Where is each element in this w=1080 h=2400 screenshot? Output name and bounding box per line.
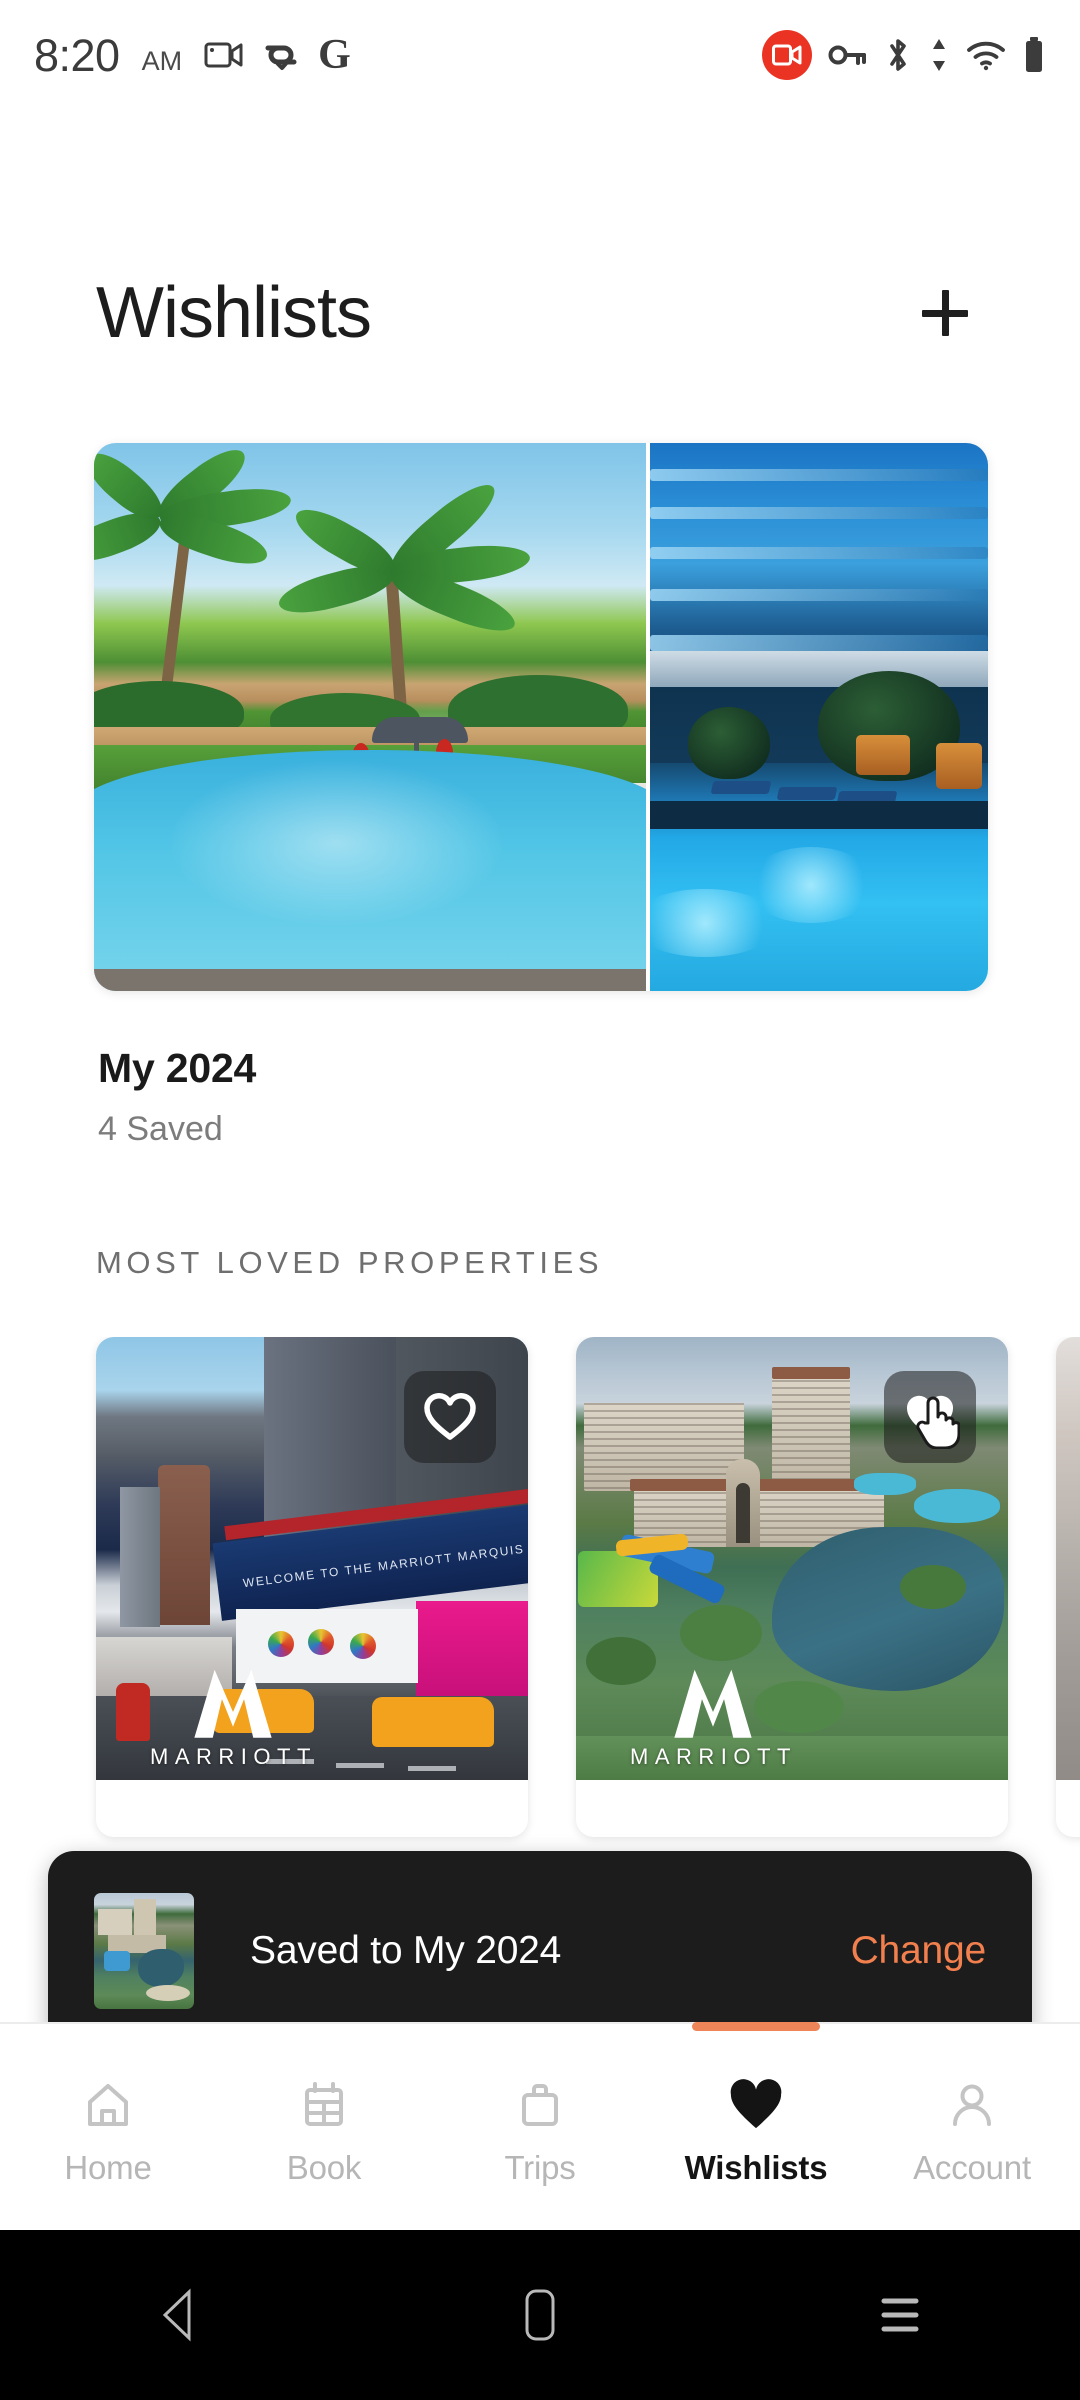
- property-photo-peek: [1056, 1337, 1080, 1780]
- heart-filled-icon: [728, 2077, 784, 2133]
- property-image: MARRIOTT: [576, 1337, 1008, 1780]
- suitcase-icon: [512, 2077, 568, 2133]
- property-card[interactable]: WELCOME TO THE MARRIOTT MARQUIS MARRIOTT: [96, 1337, 528, 1837]
- wishlist-name: My 2024: [98, 1045, 257, 1091]
- wishlist-card[interactable]: My 2024 4 Saved: [94, 443, 988, 1151]
- property-image: [1056, 1337, 1080, 1780]
- wishlist-image-secondary: [650, 443, 988, 991]
- bluetooth-icon: [884, 36, 912, 74]
- page-header: Wishlists: [0, 258, 1080, 368]
- nav-item-account[interactable]: Account: [864, 2024, 1080, 2230]
- property-card-body: [96, 1780, 528, 1837]
- property-card[interactable]: [1056, 1337, 1080, 1837]
- system-navigation-bar: [0, 2230, 1080, 2400]
- property-card[interactable]: MARRIOTT: [576, 1337, 1008, 1837]
- vpn-key-icon: [828, 42, 868, 68]
- nav-label-wishlists: Wishlists: [684, 2149, 828, 2186]
- home-icon: [80, 2077, 136, 2133]
- page-title: Wishlists: [96, 273, 372, 353]
- nav-item-book[interactable]: Book: [216, 2024, 432, 2230]
- home-square-icon: [525, 2289, 555, 2341]
- brand-logo: MARRIOTT: [630, 1662, 797, 1770]
- toast-thumbnail: [94, 1893, 194, 2009]
- link-connection-icon: [262, 38, 300, 72]
- property-card-body: [1056, 1780, 1080, 1837]
- active-tab-indicator: [692, 2022, 820, 2031]
- brand-logo: MARRIOTT: [150, 1662, 317, 1770]
- system-recents-button[interactable]: [845, 2260, 955, 2370]
- nav-label-account: Account: [913, 2149, 1031, 2186]
- battery-icon: [1022, 35, 1046, 75]
- toast-message: Saved to My 2024: [250, 1929, 562, 1972]
- favorite-button[interactable]: [404, 1371, 496, 1463]
- property-card-body: [576, 1780, 1008, 1837]
- nav-label-book: Book: [286, 2149, 362, 2186]
- night-pool-photo: [650, 443, 988, 991]
- google-g-icon: G: [318, 31, 351, 78]
- status-meridiem: AM: [141, 45, 183, 76]
- app-screen: 8:20 AM G Wishlists My 2024 4 Saved MOST…: [0, 0, 1080, 2400]
- status-bar-right: [762, 30, 1046, 80]
- nav-label-trips: Trips: [504, 2149, 576, 2186]
- favorite-button[interactable]: [884, 1371, 976, 1463]
- back-triangle-icon: [162, 2288, 191, 2342]
- person-icon: [944, 2077, 1000, 2133]
- nav-item-trips[interactable]: Trips: [432, 2024, 648, 2230]
- data-transfer-icon: [928, 36, 950, 74]
- toast-change-button[interactable]: Change: [851, 1929, 987, 1973]
- snackbar-toast: Saved to My 2024 Change: [48, 1851, 1032, 2051]
- calendar-icon: [296, 2077, 352, 2133]
- marriott-m-icon: [194, 1669, 273, 1738]
- add-wishlist-button[interactable]: [906, 274, 984, 352]
- property-image: WELCOME TO THE MARRIOTT MARQUIS MARRIOTT: [96, 1337, 528, 1780]
- heart-outline-icon: [424, 1393, 476, 1440]
- nav-item-wishlists[interactable]: Wishlists: [648, 2022, 864, 2230]
- wishlist-saved-count: 4 Saved: [98, 1110, 223, 1149]
- nav-item-home[interactable]: Home: [0, 2024, 216, 2230]
- tropical-pool-photo: [94, 443, 646, 991]
- status-bar: 8:20 AM G: [0, 0, 1080, 110]
- bottom-navigation: Home Book Trips Wishlists Account: [0, 2022, 1080, 2230]
- status-left-icon-group: G: [204, 34, 351, 78]
- status-bar-left: 8:20 AM G: [34, 33, 351, 78]
- brand-name: MARRIOTT: [630, 1744, 797, 1769]
- marriott-m-icon: [674, 1669, 753, 1738]
- system-back-button[interactable]: [125, 2260, 235, 2370]
- screen-recording-badge-icon: [762, 30, 812, 80]
- recents-menu-icon: [881, 2298, 919, 2332]
- brand-name: MARRIOTT: [150, 1744, 317, 1769]
- section-heading-most-loved: MOST LOVED PROPERTIES: [96, 1245, 604, 1280]
- wifi-icon: [966, 39, 1006, 71]
- system-home-button[interactable]: [485, 2260, 595, 2370]
- nav-label-home: Home: [64, 2149, 152, 2186]
- pointer-hand-cursor-icon: [916, 1396, 960, 1449]
- status-time: 8:20: [34, 29, 120, 81]
- most-loved-carousel[interactable]: WELCOME TO THE MARRIOTT MARQUIS MARRIOTT…: [0, 1337, 1080, 1857]
- wishlist-image-collage[interactable]: [94, 443, 988, 991]
- wishlist-meta: My 2024 4 Saved: [94, 1043, 988, 1151]
- video-camera-icon: [204, 39, 244, 71]
- wishlist-image-primary: [94, 443, 646, 991]
